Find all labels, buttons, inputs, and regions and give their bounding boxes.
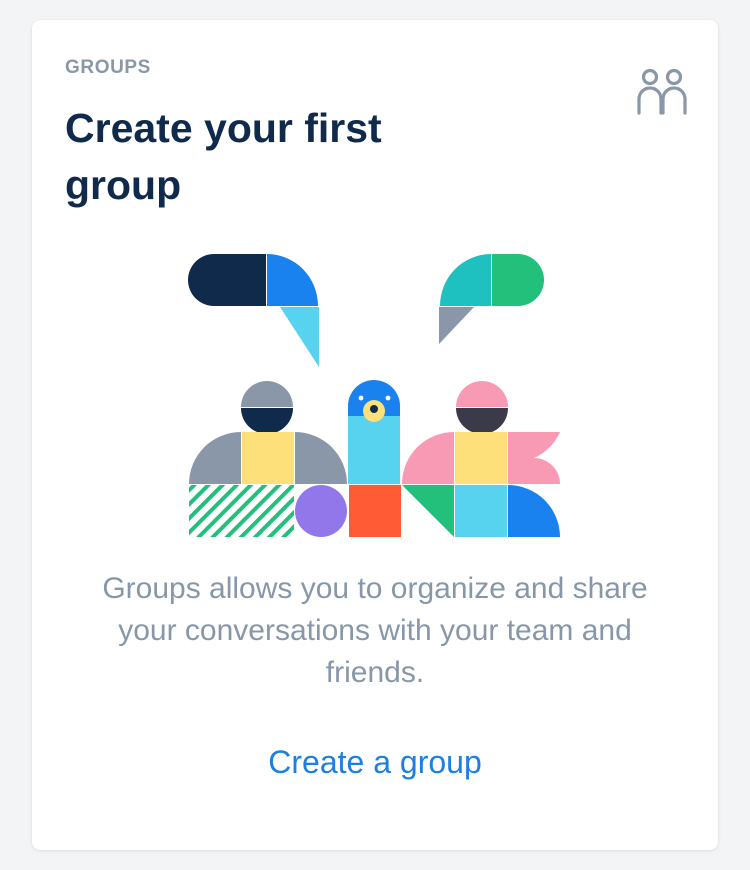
people-icon: [637, 68, 687, 115]
create-group-link[interactable]: Create a group: [32, 744, 718, 781]
right-person: [402, 381, 560, 537]
card-title: Create your first group: [65, 105, 382, 208]
section-label: GROUPS: [65, 57, 151, 78]
groups-illustration: [188, 254, 560, 537]
right-speech-bubble: [439, 254, 544, 344]
left-speech-bubble: [188, 254, 319, 367]
card-description: Groups allows you to organize and share …: [102, 572, 648, 689]
left-person: [189, 381, 347, 537]
bird: [348, 380, 401, 537]
groups-card: GROUPS Create your first group Groups al…: [32, 20, 718, 850]
